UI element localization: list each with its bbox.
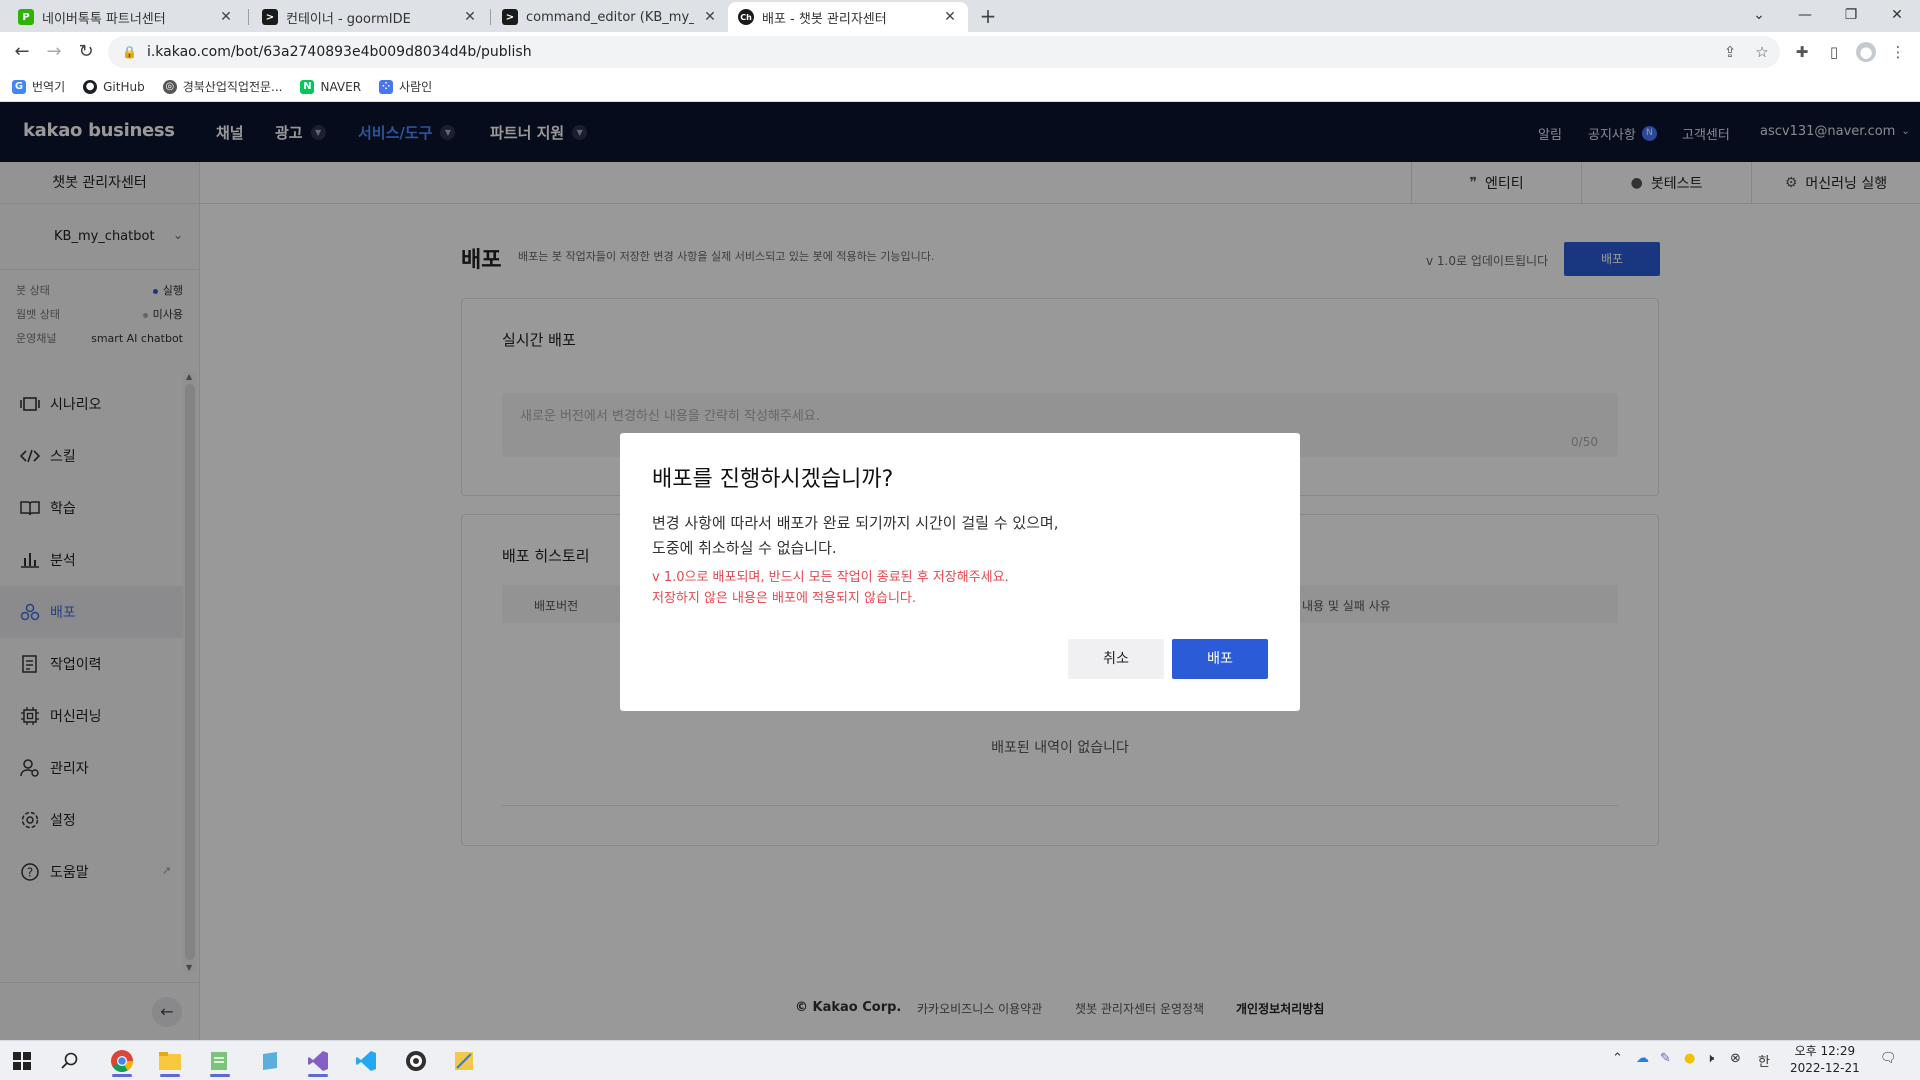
search-icon[interactable] bbox=[50, 1045, 90, 1077]
dialog-warning-line: v 1.0으로 배포되며, 반드시 모든 작업이 종료된 후 저장해주세요. bbox=[652, 570, 1009, 585]
app-icon[interactable] bbox=[250, 1045, 290, 1077]
terminal-favicon-icon: > bbox=[502, 9, 518, 25]
clock-date: 2022-12-21 bbox=[1790, 1061, 1860, 1075]
profile-avatar-icon[interactable]: ● bbox=[1856, 42, 1876, 62]
url-field[interactable]: 🔒 i.kakao.com/bot/63a2740893e4b009d8034d… bbox=[108, 36, 1780, 68]
lock-icon: 🔒 bbox=[122, 45, 137, 59]
tab-title: 네이버톡톡 파트너센터 bbox=[42, 11, 166, 27]
naver-talk-favicon-icon: P bbox=[18, 9, 34, 25]
snipping-tool-icon[interactable] bbox=[444, 1045, 484, 1077]
deploy-confirm-dialog: 배포를 진행하시겠습니까? 변경 사항에 따라서 배포가 완료 되기까지 시간이… bbox=[620, 433, 1300, 711]
chatbot-favicon-icon: Ch bbox=[738, 9, 754, 25]
bookmark-saramin[interactable]: ⁘ 사람인 bbox=[379, 78, 432, 95]
address-bar: ← → ↻ 🔒 i.kakao.com/bot/63a2740893e4b009… bbox=[0, 32, 1920, 72]
bookmark-github[interactable]: ● GitHub bbox=[83, 79, 145, 94]
naver-icon: N bbox=[300, 79, 315, 94]
github-icon: ● bbox=[83, 79, 98, 94]
back-arrow-icon[interactable]: ← bbox=[10, 40, 34, 64]
network-off-icon[interactable]: ⊗ bbox=[1730, 1051, 1741, 1066]
notification-icon[interactable]: 🗨 bbox=[1880, 1051, 1897, 1066]
tab-title: 컨테이너 - goormIDE bbox=[286, 11, 411, 27]
clock-time: 오후 12:29 bbox=[1794, 1044, 1856, 1058]
close-window-button[interactable]: ✕ bbox=[1874, 0, 1920, 32]
kakaotalk-icon[interactable]: ● bbox=[1684, 1051, 1695, 1066]
close-tab-icon[interactable]: ✕ bbox=[702, 9, 718, 25]
terminal-favicon-icon: > bbox=[262, 9, 278, 25]
browser-tab-strip: P 네이버톡톡 파트너센터 ✕ > 컨테이너 - goormIDE ✕ > co… bbox=[0, 0, 1920, 32]
pen-icon[interactable]: ✎ bbox=[1660, 1051, 1671, 1066]
tab-title: 배포 - 챗봇 관리자센터 bbox=[762, 11, 887, 27]
side-panel-icon[interactable]: ▯ bbox=[1824, 42, 1844, 62]
ime-indicator[interactable]: 한 bbox=[1758, 1051, 1770, 1070]
dialog-body: 변경 사항에 따라서 배포가 완료 되기까지 시간이 걸릴 수 있으며, 도중에… bbox=[652, 511, 1058, 561]
close-tab-icon[interactable]: ✕ bbox=[942, 9, 958, 25]
tray-overflow-icon[interactable]: ⌃ bbox=[1612, 1051, 1623, 1066]
bookmark-label: 번역기 bbox=[32, 80, 66, 94]
dialog-warning-line: 저장하지 않은 내용은 배포에 적용되지 않습니다. bbox=[652, 591, 916, 606]
vscode-icon[interactable] bbox=[346, 1045, 386, 1077]
confirm-deploy-button[interactable]: 배포 bbox=[1172, 639, 1268, 679]
bookmark-star-icon[interactable]: ☆ bbox=[1752, 42, 1772, 62]
windows-start-icon[interactable] bbox=[2, 1045, 42, 1077]
volume-muted-icon[interactable]: 🕨 bbox=[1706, 1051, 1714, 1066]
notepad-icon[interactable] bbox=[200, 1045, 240, 1077]
google-icon: G bbox=[12, 79, 26, 94]
restore-button[interactable]: ❐ bbox=[1828, 0, 1874, 32]
bookmark-translator[interactable]: G 번역기 bbox=[12, 78, 65, 95]
share-icon[interactable]: ⇪ bbox=[1720, 42, 1740, 62]
browser-tab[interactable]: P 네이버톡톡 파트너센터 ✕ bbox=[8, 2, 244, 32]
dialog-body-line: 변경 사항에 따라서 배포가 완료 되기까지 시간이 걸릴 수 있으며, bbox=[652, 514, 1059, 532]
browser-tab[interactable]: > 컨테이너 - goormIDE ✕ bbox=[252, 2, 488, 32]
dialog-warning: v 1.0으로 배포되며, 반드시 모든 작업이 종료된 후 저장해주세요. 저… bbox=[652, 567, 1009, 609]
bookmark-gyeongbuk[interactable]: ◎ 경북산업직업전문... bbox=[162, 78, 283, 95]
visual-studio-icon[interactable] bbox=[298, 1045, 338, 1077]
reload-icon[interactable]: ↻ bbox=[74, 40, 98, 64]
globe-icon: ◎ bbox=[162, 79, 177, 94]
bookmarks-bar: G 번역기 ● GitHub ◎ 경북산업직업전문... N NAVER ⁘ 사람인 bbox=[0, 72, 1920, 102]
dialog-title: 배포를 진행하시겠습니까? bbox=[652, 467, 894, 492]
browser-menu-icon[interactable]: ⋮ bbox=[1888, 42, 1908, 62]
url-text: i.kakao.com/bot/63a2740893e4b009d8034d4b… bbox=[146, 44, 532, 60]
bookmark-label: GitHub bbox=[103, 79, 145, 94]
browser-tab-active[interactable]: Ch 배포 - 챗봇 관리자센터 ✕ bbox=[728, 2, 968, 32]
windows-taskbar: ⌃ ☁ ✎ ● 🕨 ⊗ 한 오후 12:29 2022-12-21 🗨 bbox=[0, 1040, 1920, 1080]
saramin-icon: ⁘ bbox=[379, 79, 394, 94]
minimize-button[interactable]: — bbox=[1782, 0, 1828, 32]
tab-search-icon[interactable]: ⌄ bbox=[1736, 0, 1782, 32]
bookmark-label: NAVER bbox=[320, 79, 362, 94]
onedrive-icon[interactable]: ☁ bbox=[1636, 1051, 1649, 1066]
new-tab-button[interactable]: + bbox=[976, 4, 1000, 28]
bookmark-naver[interactable]: N NAVER bbox=[300, 79, 362, 94]
close-tab-icon[interactable]: ✕ bbox=[462, 9, 478, 25]
obs-icon[interactable] bbox=[396, 1045, 436, 1077]
cancel-button[interactable]: 취소 bbox=[1068, 639, 1164, 679]
file-explorer-icon[interactable] bbox=[150, 1045, 190, 1077]
bookmark-label: 사람인 bbox=[399, 80, 433, 94]
dialog-body-line: 도중에 취소하실 수 없습니다. bbox=[652, 539, 837, 557]
extensions-icon[interactable]: ✚ bbox=[1792, 42, 1812, 62]
chrome-icon[interactable] bbox=[102, 1045, 142, 1077]
tab-title: command_editor (KB_my_chatbo bbox=[526, 9, 694, 25]
clock[interactable]: 오후 12:29 2022-12-21 bbox=[1790, 1043, 1860, 1077]
forward-arrow-icon[interactable]: → bbox=[42, 40, 66, 64]
close-tab-icon[interactable]: ✕ bbox=[218, 9, 234, 25]
bookmark-label: 경북산업직업전문... bbox=[182, 80, 283, 94]
browser-tab[interactable]: > command_editor (KB_my_chatbo ✕ bbox=[492, 2, 728, 32]
